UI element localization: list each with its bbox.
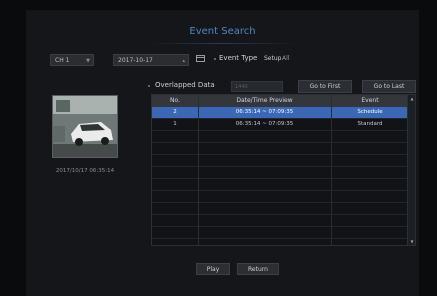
bullet-icon <box>214 58 216 60</box>
date-field[interactable]: 2017-10-17 ▴ <box>113 54 189 66</box>
empty-row <box>152 191 409 203</box>
go-to-first-button[interactable]: Go to First <box>298 80 352 93</box>
go-to-last-button[interactable]: Go to Last <box>362 80 416 93</box>
empty-row <box>152 179 409 191</box>
scroll-up-icon[interactable]: ▲ <box>409 96 415 101</box>
row-datetime: 06:35:14 ~ 07:09:35 <box>235 109 294 115</box>
bullet-icon <box>148 85 150 87</box>
scroll-down-icon[interactable]: ▼ <box>409 239 415 244</box>
overlapped-data-label: Overlapped Data <box>155 81 215 89</box>
event-type-setup-button[interactable]: Setup <box>264 55 281 62</box>
chevron-down-icon: ▼ <box>86 58 90 64</box>
event-type-value: All <box>282 55 290 62</box>
empty-row <box>152 167 409 179</box>
return-button[interactable]: Return <box>237 263 279 275</box>
empty-row <box>152 155 409 167</box>
row-event: Schedule <box>357 109 383 115</box>
table-header: No. Date/Time Preview Event <box>152 95 409 107</box>
title-divider <box>146 43 299 44</box>
empty-row <box>152 143 409 155</box>
empty-row <box>152 227 409 239</box>
event-table: No. Date/Time Preview Event 2 06:35:14 ~… <box>151 94 416 246</box>
empty-row <box>152 131 409 143</box>
column-divider <box>198 95 199 245</box>
preview-timestamp: 2017/10/17 06:35:14 <box>55 168 115 174</box>
window-title: Event Search <box>189 26 256 37</box>
play-button[interactable]: Play <box>196 263 230 275</box>
table-row[interactable]: 2 06:35:14 ~ 07:09:35 Schedule <box>152 107 409 119</box>
preview-thumbnail <box>52 95 118 158</box>
event-type-label: Event Type <box>219 54 258 62</box>
header-datetime: Date/Time Preview <box>236 97 293 104</box>
event-search-window: Event Search CH 1 ▼ 2017-10-17 ▴ Event T… <box>26 10 419 296</box>
table-scrollbar[interactable]: ▲ ▼ <box>407 95 415 245</box>
header-event: Event <box>361 97 379 104</box>
table-row[interactable]: 1 06:35:14 ~ 07:09:35 Standard <box>152 119 409 131</box>
channel-value: CH 1 <box>55 57 70 64</box>
date-value: 2017-10-17 <box>118 57 153 64</box>
empty-row <box>152 203 409 215</box>
row-no: 1 <box>173 121 177 127</box>
empty-row <box>152 215 409 227</box>
channel-select[interactable]: CH 1 ▼ <box>50 54 94 66</box>
header-no: No. <box>170 97 180 104</box>
row-no: 2 <box>173 109 177 115</box>
date-stepper-icon: ▴ <box>182 58 185 64</box>
parking-lot-scene <box>53 96 117 157</box>
overlapped-data-field: 1440 <box>231 81 283 92</box>
column-divider <box>331 95 332 245</box>
row-event: Standard <box>357 121 383 127</box>
calendar-icon[interactable] <box>196 55 205 62</box>
row-datetime: 06:35:14 ~ 07:09:35 <box>235 121 294 127</box>
